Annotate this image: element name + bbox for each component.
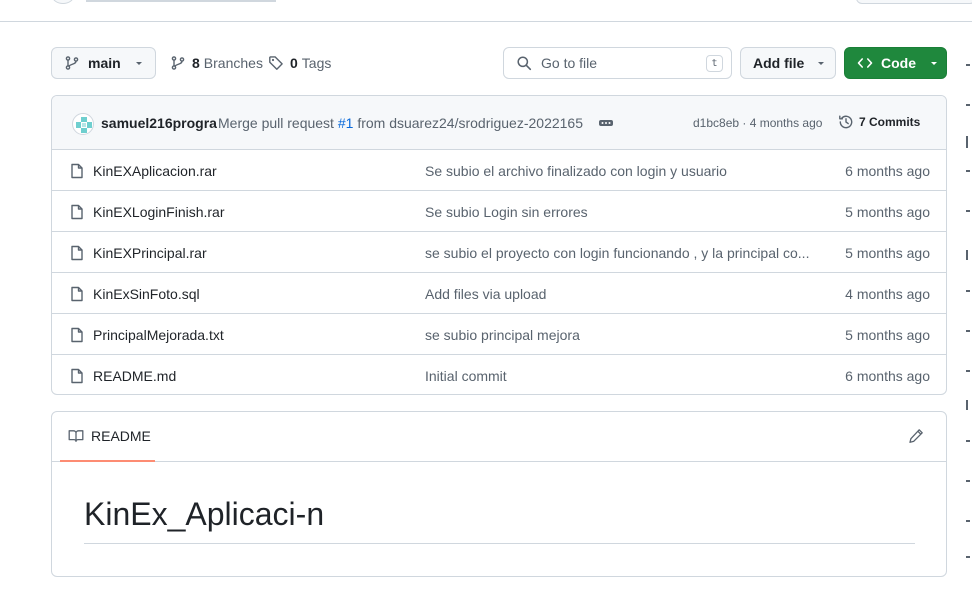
repo-title-cutoff bbox=[86, 0, 276, 2]
keyboard-shortcut-hint: t bbox=[706, 55, 723, 72]
author-avatar[interactable] bbox=[72, 113, 94, 135]
file-row[interactable]: KinEXAplicacion.rar Se subio el archivo … bbox=[52, 150, 946, 191]
branch-select-button[interactable]: main bbox=[51, 47, 156, 79]
add-file-button[interactable]: Add file bbox=[740, 47, 836, 79]
header-action-button[interactable] bbox=[856, 0, 972, 4]
file-row[interactable]: KinEXLoginFinish.rar Se subio Login sin … bbox=[52, 191, 946, 232]
tab-readme[interactable]: README bbox=[60, 412, 155, 462]
file-icon bbox=[71, 204, 83, 220]
ellipsis-icon bbox=[599, 119, 613, 126]
file-icon bbox=[71, 245, 83, 261]
code-icon bbox=[857, 58, 873, 68]
commits-history-link[interactable]: 7 Commits bbox=[838, 114, 920, 130]
file-row[interactable]: KinEXPrincipal.rar se subio el proyecto … bbox=[52, 232, 946, 273]
readme-panel: README KinEx_Aplicaci-n bbox=[51, 411, 947, 577]
commit-message[interactable]: Merge pull request #1 from dsuarez24/sro… bbox=[218, 115, 583, 131]
file-icon bbox=[71, 327, 83, 343]
branches-label: Branches bbox=[203, 55, 263, 71]
search-icon bbox=[517, 56, 532, 71]
add-file-label: Add file bbox=[753, 55, 805, 71]
file-commit-message-link[interactable]: Se subio Login sin errores bbox=[425, 204, 815, 220]
identicon-icon bbox=[76, 117, 92, 133]
caret-down-icon bbox=[931, 62, 937, 65]
tag-icon bbox=[269, 56, 283, 70]
file-row[interactable]: README.md Initial commit 6 months ago bbox=[52, 355, 946, 394]
file-name-link[interactable]: KinExSinFoto.sql bbox=[93, 286, 200, 302]
commit-author-link[interactable]: samuel216progra bbox=[101, 115, 217, 131]
commit-message-prefix: Merge pull request bbox=[218, 115, 334, 131]
tags-label: Tags bbox=[301, 55, 332, 71]
file-icon bbox=[71, 286, 83, 302]
file-commit-message-link[interactable]: Initial commit bbox=[425, 368, 815, 384]
file-commit-message-link[interactable]: se subio principal mejora bbox=[425, 327, 815, 343]
file-commit-date: 6 months ago bbox=[845, 368, 930, 384]
branches-link[interactable]: 8 Branches bbox=[170, 47, 263, 79]
file-name-link[interactable]: KinEXPrincipal.rar bbox=[93, 245, 207, 261]
file-name-link[interactable]: KinEXAplicacion.rar bbox=[93, 163, 217, 179]
branches-count: 8 bbox=[192, 55, 200, 71]
readme-tab-label: README bbox=[91, 428, 151, 444]
branch-label: main bbox=[88, 55, 121, 71]
git-branch-icon bbox=[171, 56, 185, 70]
caret-down-icon bbox=[135, 62, 142, 65]
tags-count: 0 bbox=[290, 55, 298, 71]
file-row[interactable]: PrincipalMejorada.txt se subio principal… bbox=[52, 314, 946, 355]
latest-commit-bar: samuel216progra Merge pull request #1 fr… bbox=[52, 96, 946, 150]
file-commit-date: 5 months ago bbox=[845, 245, 930, 261]
file-commit-message-link[interactable]: Se subio el archivo finalizado con login… bbox=[425, 163, 815, 179]
file-name-link[interactable]: KinEXLoginFinish.rar bbox=[93, 204, 225, 220]
file-icon bbox=[71, 163, 83, 179]
file-commit-date: 6 months ago bbox=[845, 163, 930, 179]
file-name-link[interactable]: PrincipalMejorada.txt bbox=[93, 327, 224, 343]
book-icon bbox=[68, 430, 84, 443]
expand-commit-message-button[interactable] bbox=[597, 116, 615, 129]
code-label: Code bbox=[881, 55, 916, 71]
caret-down-icon bbox=[818, 62, 825, 65]
owner-avatar bbox=[52, 0, 74, 4]
commit-message-suffix: from dsuarez24/srodriguez-2022165 bbox=[357, 115, 584, 131]
code-button[interactable]: Code bbox=[844, 47, 947, 79]
file-name-link[interactable]: README.md bbox=[93, 368, 176, 384]
readme-heading: KinEx_Aplicaci-n bbox=[84, 494, 915, 544]
pull-request-link[interactable]: #1 bbox=[338, 115, 354, 131]
git-branch-icon bbox=[65, 56, 79, 70]
file-browser: samuel216progra Merge pull request #1 fr… bbox=[51, 95, 947, 395]
commits-count-label: 7 Commits bbox=[859, 115, 921, 129]
tags-link[interactable]: 0 Tags bbox=[268, 47, 331, 79]
file-commit-message-link[interactable]: se subio el proyecto con login funcionan… bbox=[425, 245, 815, 261]
file-commit-date: 5 months ago bbox=[845, 327, 930, 343]
file-commit-date: 4 months ago bbox=[845, 286, 930, 302]
commit-sha-and-age[interactable]: d1bc8eb · 4 months ago bbox=[693, 116, 822, 130]
top-header-cutoff bbox=[0, 0, 972, 22]
right-sidebar-cutoff bbox=[966, 60, 972, 580]
file-commit-date: 5 months ago bbox=[845, 204, 930, 220]
search-input[interactable] bbox=[541, 55, 691, 71]
file-row[interactable]: KinExSinFoto.sql Add files via upload 4 … bbox=[52, 273, 946, 314]
history-icon bbox=[839, 115, 853, 129]
pencil-icon[interactable] bbox=[908, 428, 924, 444]
file-icon bbox=[71, 368, 83, 384]
go-to-file-search[interactable]: t bbox=[503, 47, 732, 79]
readme-header: README bbox=[52, 412, 946, 462]
file-commit-message-link[interactable]: Add files via upload bbox=[425, 286, 815, 302]
